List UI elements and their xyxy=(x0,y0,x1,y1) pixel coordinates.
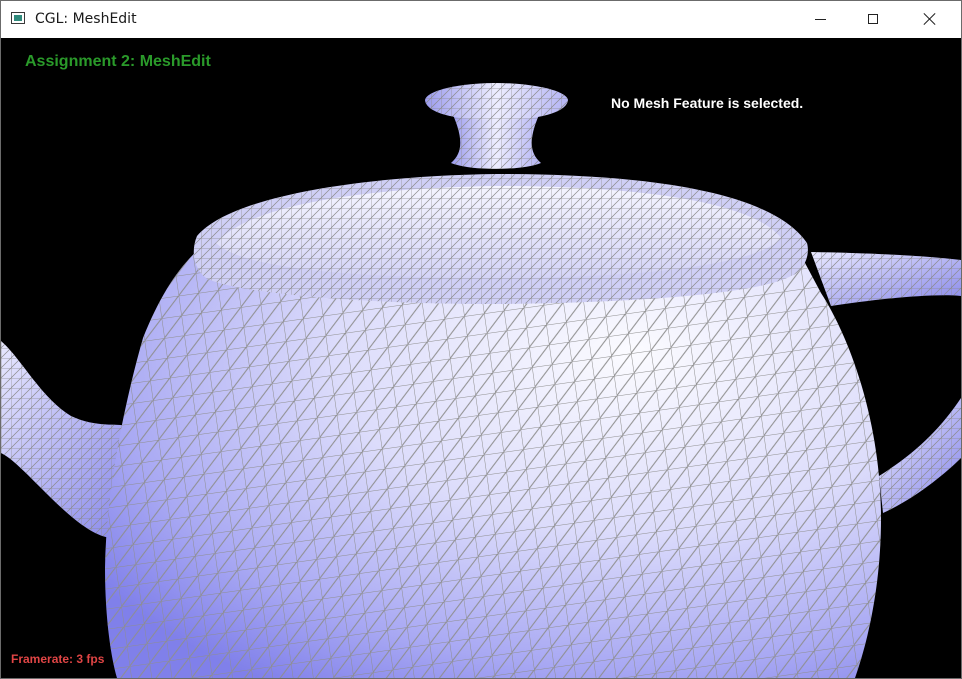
minimize-icon xyxy=(814,18,826,20)
assignment-title: Assignment 2: MeshEdit xyxy=(25,53,211,70)
maximize-button[interactable] xyxy=(850,1,896,37)
teapot-mesh[interactable] xyxy=(1,38,961,678)
maximize-icon xyxy=(868,14,878,24)
framerate-readout: Framerate: 3 fps xyxy=(11,652,105,666)
close-icon xyxy=(924,13,936,25)
close-button[interactable] xyxy=(907,1,953,37)
minimize-button[interactable] xyxy=(797,1,843,37)
app-window: CGL: MeshEdit Assignment 2: MeshEdit No … xyxy=(0,0,962,679)
app-window-icon xyxy=(11,12,25,24)
render-viewport[interactable]: Assignment 2: MeshEdit No Mesh Feature i… xyxy=(1,38,961,678)
selection-status: No Mesh Feature is selected. xyxy=(611,95,804,111)
window-title: CGL: MeshEdit xyxy=(35,11,137,27)
title-bar[interactable]: CGL: MeshEdit xyxy=(1,1,961,38)
